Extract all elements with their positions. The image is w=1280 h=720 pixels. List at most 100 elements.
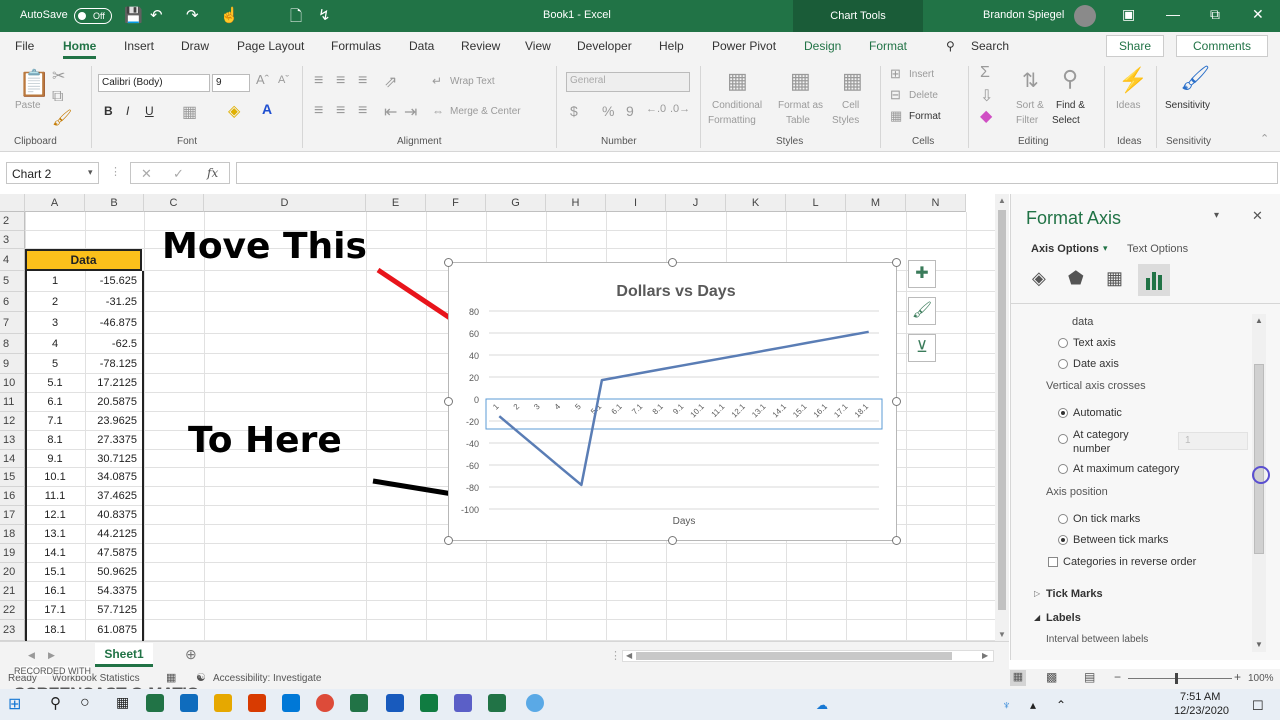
teams-icon[interactable] xyxy=(454,694,472,712)
accessibility-icon[interactable]: ☯ xyxy=(196,671,206,684)
scroll-up-icon[interactable]: ▲ xyxy=(998,196,1006,205)
x-tick-label: 16.1 xyxy=(812,402,830,420)
y-tick-label: -20 xyxy=(466,417,479,427)
at-category-number-radio[interactable] xyxy=(1058,434,1068,444)
categories-reverse-checkbox[interactable] xyxy=(1048,557,1058,567)
prev-sheet-icon[interactable]: ◀ xyxy=(28,650,35,661)
resize-handle[interactable] xyxy=(668,536,677,545)
resize-handle[interactable] xyxy=(892,397,901,406)
show-hidden-icon[interactable]: ⌃ xyxy=(1056,698,1066,712)
x-tick-label: 12.1 xyxy=(730,402,748,420)
pane-scroll-up-icon[interactable]: ▲ xyxy=(1255,316,1263,325)
file-explorer-icon[interactable] xyxy=(214,694,232,712)
labels-section[interactable]: Labels xyxy=(1046,612,1081,624)
text-data-label: data xyxy=(1072,316,1094,328)
text-axis-radio[interactable] xyxy=(1058,338,1068,348)
sheets-icon[interactable] xyxy=(488,694,506,712)
tick-marks-section[interactable]: Tick Marks xyxy=(1046,588,1103,600)
wifi-icon[interactable]: ▴ xyxy=(1030,698,1036,712)
automatic-radio[interactable] xyxy=(1058,408,1068,418)
pane-close-icon[interactable]: ✕ xyxy=(1252,208,1263,224)
clock-time[interactable]: 7:51 AM xyxy=(1180,691,1220,703)
next-sheet-icon[interactable]: ▶ xyxy=(48,650,55,661)
office-icon[interactable] xyxy=(248,694,266,712)
publisher-icon[interactable] xyxy=(350,694,368,712)
scroll-right-icon[interactable]: ▶ xyxy=(982,651,988,660)
edge-icon[interactable] xyxy=(282,694,300,712)
text-options-tab[interactable]: Text Options xyxy=(1127,243,1188,255)
macro-record-icon[interactable]: ▦ xyxy=(166,671,176,684)
cursor-highlight xyxy=(1252,466,1270,484)
task-view-icon[interactable]: ○ xyxy=(80,694,98,712)
between-tick-marks-radio[interactable] xyxy=(1058,535,1068,545)
category-number-input[interactable]: 1 xyxy=(1178,432,1248,450)
bar-chart-icon xyxy=(1146,272,1162,290)
tick-marks-expand-icon[interactable]: ▷ xyxy=(1034,589,1040,598)
pane-scroll-thumb[interactable] xyxy=(1254,364,1264,554)
axis-options-tab[interactable]: Axis Options xyxy=(1031,243,1099,255)
automatic-label[interactable]: Automatic xyxy=(1073,407,1122,419)
resize-handle[interactable] xyxy=(668,258,677,267)
vertical-scroll-thumb[interactable] xyxy=(998,210,1006,610)
notifications-icon[interactable]: ☐ xyxy=(1252,698,1264,714)
axis-position-label: Axis position xyxy=(1046,486,1108,498)
normal-view-icon[interactable]: ▦ xyxy=(1010,670,1026,686)
fill-line-icon[interactable]: ◈ xyxy=(1032,268,1046,289)
resize-handle[interactable] xyxy=(444,258,453,267)
effects-icon[interactable]: ⬟ xyxy=(1068,268,1084,289)
chart-styles-button[interactable]: 🖌 xyxy=(908,297,936,325)
excel-icon[interactable] xyxy=(420,694,438,712)
recorder-icon[interactable] xyxy=(526,694,544,712)
at-category-number-label[interactable]: At category number xyxy=(1073,428,1143,456)
zoom-out-icon[interactable]: − xyxy=(1114,670,1121,684)
new-sheet-icon[interactable]: ⊕ xyxy=(185,646,197,663)
resize-handle[interactable] xyxy=(892,258,901,267)
date-axis-label[interactable]: Date axis xyxy=(1073,358,1119,370)
date-axis-radio[interactable] xyxy=(1058,359,1068,369)
zoom-slider-track[interactable] xyxy=(1128,678,1232,679)
resize-handle[interactable] xyxy=(892,536,901,545)
widgets-icon[interactable]: ▦ xyxy=(116,694,134,712)
text-axis-label[interactable]: Text axis xyxy=(1073,337,1116,349)
chart-elements-button[interactable]: ✚ xyxy=(908,260,936,288)
chart-svg[interactable]: Dollars vs Days 80 60 40 20 0 -20 -40 -60 -80 -100… xyxy=(449,263,898,542)
page-layout-view-icon[interactable]: ▩ xyxy=(1046,670,1057,684)
axis-options-icon-selected[interactable] xyxy=(1138,264,1170,296)
start-icon[interactable]: ⊞ xyxy=(8,694,26,713)
chart-filters-button[interactable]: ⊻ xyxy=(908,334,936,362)
cortana-icon[interactable]: ⚲ xyxy=(50,694,68,712)
accessibility-status[interactable]: Accessibility: Investigate xyxy=(213,673,321,684)
scroll-left-icon[interactable]: ◀ xyxy=(626,651,632,660)
zoom-slider-thumb[interactable] xyxy=(1175,673,1178,684)
word-icon[interactable] xyxy=(386,694,404,712)
at-maximum-category-label[interactable]: At maximum category xyxy=(1073,463,1179,475)
tab-split-icon[interactable]: ⋮ xyxy=(610,649,621,662)
zoom-in-icon[interactable]: + xyxy=(1234,670,1241,684)
chrome-icon[interactable] xyxy=(316,694,334,712)
excel-taskbar-icon[interactable] xyxy=(146,694,164,712)
resize-handle[interactable] xyxy=(444,536,453,545)
sheet-tab-sheet1[interactable]: Sheet1 xyxy=(95,643,153,667)
pane-options-icon[interactable]: ▾ xyxy=(1214,210,1219,221)
categories-reverse-label[interactable]: Categories in reverse order xyxy=(1063,556,1196,568)
pane-scroll-down-icon[interactable]: ▼ xyxy=(1255,640,1263,649)
page-break-view-icon[interactable]: ▤ xyxy=(1084,670,1095,684)
chart-area[interactable]: Dollars vs Days 80 60 40 20 0 -20 -40 -60 -80 -100… xyxy=(448,262,897,541)
at-maximum-category-radio[interactable] xyxy=(1058,464,1068,474)
vertical-axis-crosses-label: Vertical axis crosses xyxy=(1046,380,1146,392)
on-tick-marks-label[interactable]: On tick marks xyxy=(1073,513,1140,525)
between-tick-marks-label[interactable]: Between tick marks xyxy=(1073,534,1168,546)
labels-collapse-icon[interactable]: ◢ xyxy=(1034,613,1040,622)
size-properties-icon[interactable]: ▦ xyxy=(1106,268,1123,289)
zoom-level[interactable]: 100% xyxy=(1248,673,1274,684)
app-taskbar-icon[interactable] xyxy=(180,694,198,712)
horizontal-scroll-thumb[interactable] xyxy=(636,652,952,660)
network-icon[interactable]: ☁ xyxy=(816,698,828,712)
scroll-down-icon[interactable]: ▼ xyxy=(998,630,1006,639)
clock-date[interactable]: 12/23/2020 xyxy=(1174,705,1229,717)
y-tick-label: -100 xyxy=(461,505,479,515)
bluetooth-icon[interactable]: ♆ xyxy=(1002,698,1011,712)
axis-options-chevron-icon[interactable]: ▾ xyxy=(1103,243,1108,254)
on-tick-marks-radio[interactable] xyxy=(1058,514,1068,524)
resize-handle[interactable] xyxy=(444,397,453,406)
